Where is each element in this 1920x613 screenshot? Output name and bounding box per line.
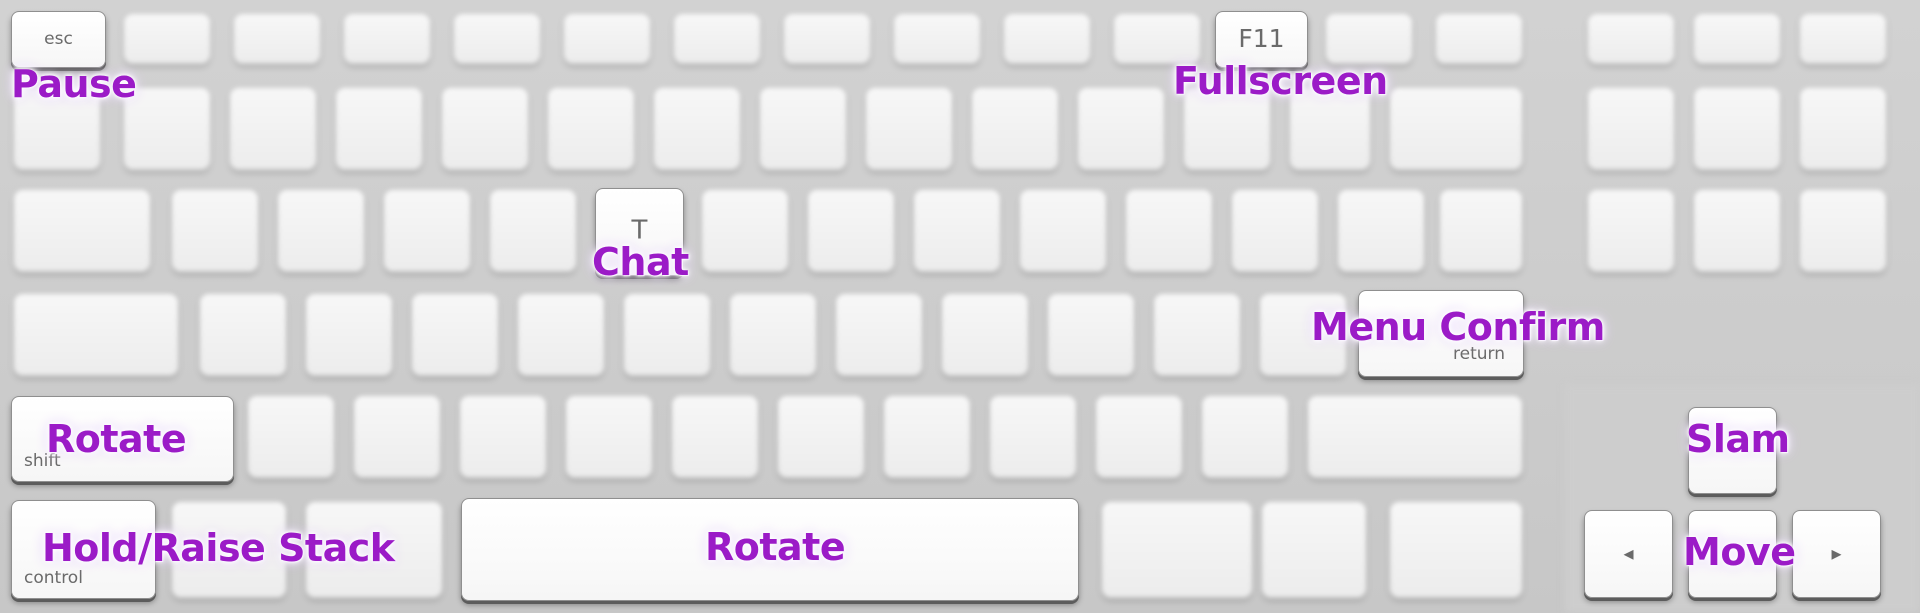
key-f7 — [784, 14, 870, 64]
key-y — [702, 190, 788, 272]
key-p — [1126, 190, 1212, 272]
key-b — [672, 396, 758, 478]
key-tab — [14, 190, 150, 272]
key-f12 — [1326, 14, 1412, 64]
key-z — [248, 396, 334, 478]
key-e — [384, 190, 470, 272]
key-command-right — [1102, 502, 1252, 598]
key-o — [1020, 190, 1106, 272]
key-page-down — [1800, 190, 1886, 272]
key-bracket-right — [1338, 190, 1424, 272]
action-hold-raise-stack: Hold/Raise Stack — [42, 526, 395, 570]
key-a — [200, 294, 286, 376]
action-slam: Slam — [1686, 417, 1790, 461]
key-right-shift — [1308, 396, 1522, 478]
key-f1 — [124, 14, 210, 64]
key-fn — [1588, 88, 1674, 170]
key-w — [278, 190, 364, 272]
key-0 — [1078, 88, 1164, 170]
key-bracket-left — [1232, 190, 1318, 272]
key-page-up — [1800, 88, 1886, 170]
key-forward-delete — [1588, 190, 1674, 272]
key-q — [172, 190, 258, 272]
key-f14 — [1694, 14, 1780, 64]
key-c — [460, 396, 546, 478]
key-g — [624, 294, 710, 376]
key-eject — [1436, 14, 1522, 64]
key-v — [566, 396, 652, 478]
key-f8 — [894, 14, 980, 64]
key-f5 — [564, 14, 650, 64]
key-k — [942, 294, 1028, 376]
key-3 — [336, 88, 422, 170]
action-rotate-space: Rotate — [705, 525, 846, 569]
key-9 — [972, 88, 1058, 170]
key-control-label: control — [24, 568, 83, 588]
key-j — [836, 294, 922, 376]
key-f3 — [344, 14, 430, 64]
key-right[interactable]: ▸ — [1792, 510, 1881, 598]
key-f13 — [1588, 14, 1674, 64]
key-f — [518, 294, 604, 376]
key-s — [306, 294, 392, 376]
key-backslash — [1440, 190, 1522, 272]
key-m — [884, 396, 970, 478]
action-move: Move — [1683, 530, 1796, 574]
key-1 — [124, 88, 210, 170]
key-2 — [230, 88, 316, 170]
action-menu-confirm: Menu Confirm — [1311, 305, 1605, 349]
key-x — [354, 396, 440, 478]
key-option-right — [1262, 502, 1366, 598]
key-period — [1096, 396, 1182, 478]
key-6 — [654, 88, 740, 170]
key-f15 — [1800, 14, 1886, 64]
key-comma — [990, 396, 1076, 478]
action-rotate-shift: Rotate — [46, 417, 187, 461]
key-d — [412, 294, 498, 376]
right-arrow-icon: ▸ — [1831, 540, 1842, 565]
key-i — [914, 190, 1000, 272]
key-end — [1694, 190, 1780, 272]
key-f10 — [1114, 14, 1200, 64]
key-5 — [548, 88, 634, 170]
key-f11-label: F11 — [1238, 23, 1285, 53]
key-home — [1694, 88, 1780, 170]
key-u — [808, 190, 894, 272]
key-left[interactable]: ◂ — [1584, 510, 1673, 598]
key-semicolon — [1154, 294, 1240, 376]
key-esc-label: esc — [44, 28, 73, 49]
key-7 — [760, 88, 846, 170]
key-4 — [442, 88, 528, 170]
action-fullscreen: Fullscreen — [1173, 59, 1388, 103]
key-esc[interactable]: esc — [11, 11, 106, 68]
key-h — [730, 294, 816, 376]
key-r — [490, 190, 576, 272]
key-f6 — [674, 14, 760, 64]
key-control-right — [1390, 502, 1522, 598]
action-chat: Chat — [592, 240, 689, 284]
key-f4 — [454, 14, 540, 64]
key-l — [1048, 294, 1134, 376]
key-n — [778, 396, 864, 478]
action-pause: Pause — [11, 62, 137, 106]
key-8 — [866, 88, 952, 170]
key-delete — [1390, 88, 1522, 170]
key-caps-lock — [14, 294, 178, 376]
key-f2 — [234, 14, 320, 64]
keyboard: esc F11 T return shift control ◂ ▸ Pause… — [0, 0, 1920, 613]
key-f9 — [1004, 14, 1090, 64]
key-slash — [1202, 396, 1288, 478]
left-arrow-icon: ◂ — [1623, 540, 1634, 565]
